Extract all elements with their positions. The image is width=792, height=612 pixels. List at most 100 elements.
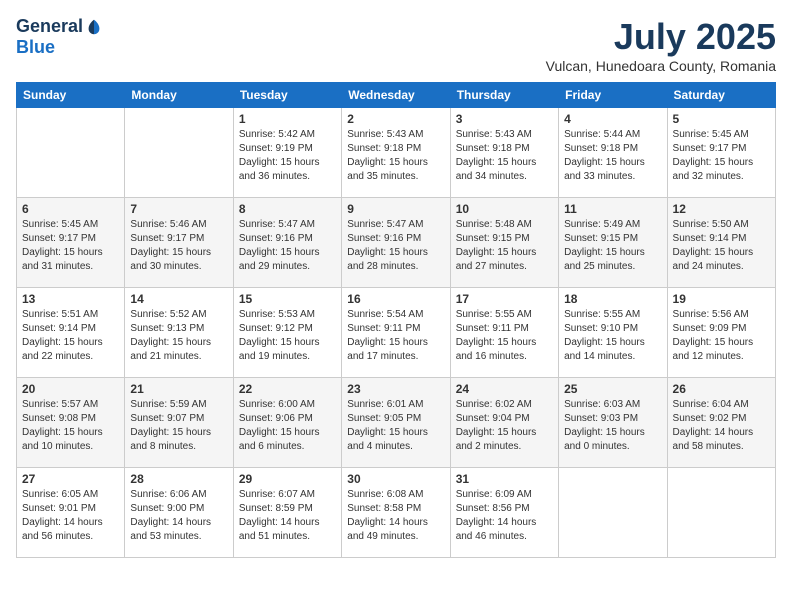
- day-info: Sunrise: 5:43 AM Sunset: 9:18 PM Dayligh…: [456, 128, 553, 184]
- day-info: Sunrise: 5:57 AM Sunset: 9:08 PM Dayligh…: [22, 398, 119, 454]
- day-info: Sunrise: 6:09 AM Sunset: 8:56 PM Dayligh…: [456, 488, 553, 544]
- day-info: Sunrise: 6:06 AM Sunset: 9:00 PM Dayligh…: [130, 488, 227, 544]
- calendar-cell: 20 Sunrise: 5:57 AM Sunset: 9:08 PM Dayli…: [17, 378, 125, 468]
- weekday-header-monday: Monday: [125, 83, 233, 108]
- calendar-cell: 6 Sunrise: 5:45 AM Sunset: 9:17 PM Daylig…: [17, 198, 125, 288]
- day-number: 18: [564, 292, 661, 306]
- page-header: General Blue July 2025 Vulcan, Hunedoara…: [16, 16, 776, 74]
- day-number: 13: [22, 292, 119, 306]
- day-info: Sunrise: 5:55 AM Sunset: 9:10 PM Dayligh…: [564, 308, 661, 364]
- day-info: Sunrise: 5:52 AM Sunset: 9:13 PM Dayligh…: [130, 308, 227, 364]
- day-info: Sunrise: 5:47 AM Sunset: 9:16 PM Dayligh…: [347, 218, 444, 274]
- day-number: 30: [347, 472, 444, 486]
- day-number: 25: [564, 382, 661, 396]
- calendar-cell: 5 Sunrise: 5:45 AM Sunset: 9:17 PM Daylig…: [667, 108, 775, 198]
- weekday-header-sunday: Sunday: [17, 83, 125, 108]
- calendar-cell: 19Sunrise: 5:56 AM Sunset: 9:09 PM Dayli…: [667, 288, 775, 378]
- calendar-cell: 28 Sunrise: 6:06 AM Sunset: 9:00 PM Dayli…: [125, 468, 233, 558]
- calendar-cell: [125, 108, 233, 198]
- day-number: 6: [22, 202, 119, 216]
- calendar-cell: 21 Sunrise: 5:59 AM Sunset: 9:07 PM Dayli…: [125, 378, 233, 468]
- weekday-header-friday: Friday: [559, 83, 667, 108]
- day-number: 7: [130, 202, 227, 216]
- day-info: Sunrise: 6:08 AM Sunset: 8:58 PM Dayligh…: [347, 488, 444, 544]
- day-info: Sunrise: 5:53 AM Sunset: 9:12 PM Dayligh…: [239, 308, 336, 364]
- calendar-cell: 30 Sunrise: 6:08 AM Sunset: 8:58 PM Dayli…: [342, 468, 450, 558]
- day-number: 11: [564, 202, 661, 216]
- day-number: 17: [456, 292, 553, 306]
- day-info: Sunrise: 5:54 AM Sunset: 9:11 PM Dayligh…: [347, 308, 444, 364]
- calendar-week-row: 13Sunrise: 5:51 AM Sunset: 9:14 PM Dayli…: [17, 288, 776, 378]
- calendar-cell: 23Sunrise: 6:01 AM Sunset: 9:05 PM Dayli…: [342, 378, 450, 468]
- calendar-cell: 2Sunrise: 5:43 AM Sunset: 9:18 PM Daylig…: [342, 108, 450, 198]
- day-info: Sunrise: 5:55 AM Sunset: 9:11 PM Dayligh…: [456, 308, 553, 364]
- day-number: 19: [673, 292, 770, 306]
- day-info: Sunrise: 6:00 AM Sunset: 9:06 PM Dayligh…: [239, 398, 336, 454]
- calendar-cell: 26Sunrise: 6:04 AM Sunset: 9:02 PM Dayli…: [667, 378, 775, 468]
- day-number: 4: [564, 112, 661, 126]
- day-number: 26: [673, 382, 770, 396]
- weekday-header-wednesday: Wednesday: [342, 83, 450, 108]
- day-info: Sunrise: 5:46 AM Sunset: 9:17 PM Dayligh…: [130, 218, 227, 274]
- day-number: 12: [673, 202, 770, 216]
- calendar-cell: 1 Sunrise: 5:42 AM Sunset: 9:19 PM Daylig…: [233, 108, 341, 198]
- day-number: 3: [456, 112, 553, 126]
- calendar-cell: 4 Sunrise: 5:44 AM Sunset: 9:18 PM Daylig…: [559, 108, 667, 198]
- calendar-cell: 3 Sunrise: 5:43 AM Sunset: 9:18 PM Daylig…: [450, 108, 558, 198]
- day-number: 14: [130, 292, 227, 306]
- day-number: 24: [456, 382, 553, 396]
- calendar-header-row: SundayMondayTuesdayWednesdayThursdayFrid…: [17, 83, 776, 108]
- day-info: Sunrise: 5:50 AM Sunset: 9:14 PM Dayligh…: [673, 218, 770, 274]
- weekday-header-thursday: Thursday: [450, 83, 558, 108]
- calendar-cell: 27 Sunrise: 6:05 AM Sunset: 9:01 PM Dayli…: [17, 468, 125, 558]
- day-info: Sunrise: 6:01 AM Sunset: 9:05 PM Dayligh…: [347, 398, 444, 454]
- calendar-week-row: 6 Sunrise: 5:45 AM Sunset: 9:17 PM Daylig…: [17, 198, 776, 288]
- calendar-cell: [667, 468, 775, 558]
- calendar-cell: 24 Sunrise: 6:02 AM Sunset: 9:04 PM Dayli…: [450, 378, 558, 468]
- calendar-cell: 17 Sunrise: 5:55 AM Sunset: 9:11 PM Dayli…: [450, 288, 558, 378]
- day-number: 5: [673, 112, 770, 126]
- day-info: Sunrise: 5:47 AM Sunset: 9:16 PM Dayligh…: [239, 218, 336, 274]
- day-number: 31: [456, 472, 553, 486]
- weekday-header-tuesday: Tuesday: [233, 83, 341, 108]
- logo-blue-text: Blue: [16, 37, 55, 57]
- day-info: Sunrise: 5:45 AM Sunset: 9:17 PM Dayligh…: [673, 128, 770, 184]
- day-number: 28: [130, 472, 227, 486]
- calendar-cell: 25 Sunrise: 6:03 AM Sunset: 9:03 PM Dayli…: [559, 378, 667, 468]
- day-info: Sunrise: 5:42 AM Sunset: 9:19 PM Dayligh…: [239, 128, 336, 184]
- day-number: 29: [239, 472, 336, 486]
- day-info: Sunrise: 6:02 AM Sunset: 9:04 PM Dayligh…: [456, 398, 553, 454]
- day-number: 10: [456, 202, 553, 216]
- logo-general-text: General: [16, 16, 83, 37]
- day-number: 9: [347, 202, 444, 216]
- day-info: Sunrise: 6:03 AM Sunset: 9:03 PM Dayligh…: [564, 398, 661, 454]
- day-number: 20: [22, 382, 119, 396]
- calendar-week-row: 27 Sunrise: 6:05 AM Sunset: 9:01 PM Dayli…: [17, 468, 776, 558]
- day-info: Sunrise: 6:07 AM Sunset: 8:59 PM Dayligh…: [239, 488, 336, 544]
- day-info: Sunrise: 5:43 AM Sunset: 9:18 PM Dayligh…: [347, 128, 444, 184]
- calendar-cell: 9 Sunrise: 5:47 AM Sunset: 9:16 PM Daylig…: [342, 198, 450, 288]
- day-info: Sunrise: 5:44 AM Sunset: 9:18 PM Dayligh…: [564, 128, 661, 184]
- calendar-cell: 10Sunrise: 5:48 AM Sunset: 9:15 PM Dayli…: [450, 198, 558, 288]
- calendar-cell: [559, 468, 667, 558]
- calendar-cell: 18 Sunrise: 5:55 AM Sunset: 9:10 PM Dayli…: [559, 288, 667, 378]
- weekday-header-saturday: Saturday: [667, 83, 775, 108]
- calendar-cell: 22Sunrise: 6:00 AM Sunset: 9:06 PM Dayli…: [233, 378, 341, 468]
- calendar-cell: 31 Sunrise: 6:09 AM Sunset: 8:56 PM Dayli…: [450, 468, 558, 558]
- logo: General Blue: [16, 16, 103, 58]
- day-number: 1: [239, 112, 336, 126]
- day-number: 15: [239, 292, 336, 306]
- day-info: Sunrise: 5:45 AM Sunset: 9:17 PM Dayligh…: [22, 218, 119, 274]
- calendar-cell: [17, 108, 125, 198]
- calendar-table: SundayMondayTuesdayWednesdayThursdayFrid…: [16, 82, 776, 558]
- calendar-cell: 7 Sunrise: 5:46 AM Sunset: 9:17 PM Daylig…: [125, 198, 233, 288]
- calendar-cell: 8Sunrise: 5:47 AM Sunset: 9:16 PM Daylig…: [233, 198, 341, 288]
- day-number: 27: [22, 472, 119, 486]
- calendar-cell: 13Sunrise: 5:51 AM Sunset: 9:14 PM Dayli…: [17, 288, 125, 378]
- day-info: Sunrise: 6:05 AM Sunset: 9:01 PM Dayligh…: [22, 488, 119, 544]
- calendar-cell: 15 Sunrise: 5:53 AM Sunset: 9:12 PM Dayli…: [233, 288, 341, 378]
- day-info: Sunrise: 5:59 AM Sunset: 9:07 PM Dayligh…: [130, 398, 227, 454]
- day-number: 21: [130, 382, 227, 396]
- calendar-cell: 16Sunrise: 5:54 AM Sunset: 9:11 PM Dayli…: [342, 288, 450, 378]
- title-block: July 2025 Vulcan, Hunedoara County, Roma…: [546, 16, 776, 74]
